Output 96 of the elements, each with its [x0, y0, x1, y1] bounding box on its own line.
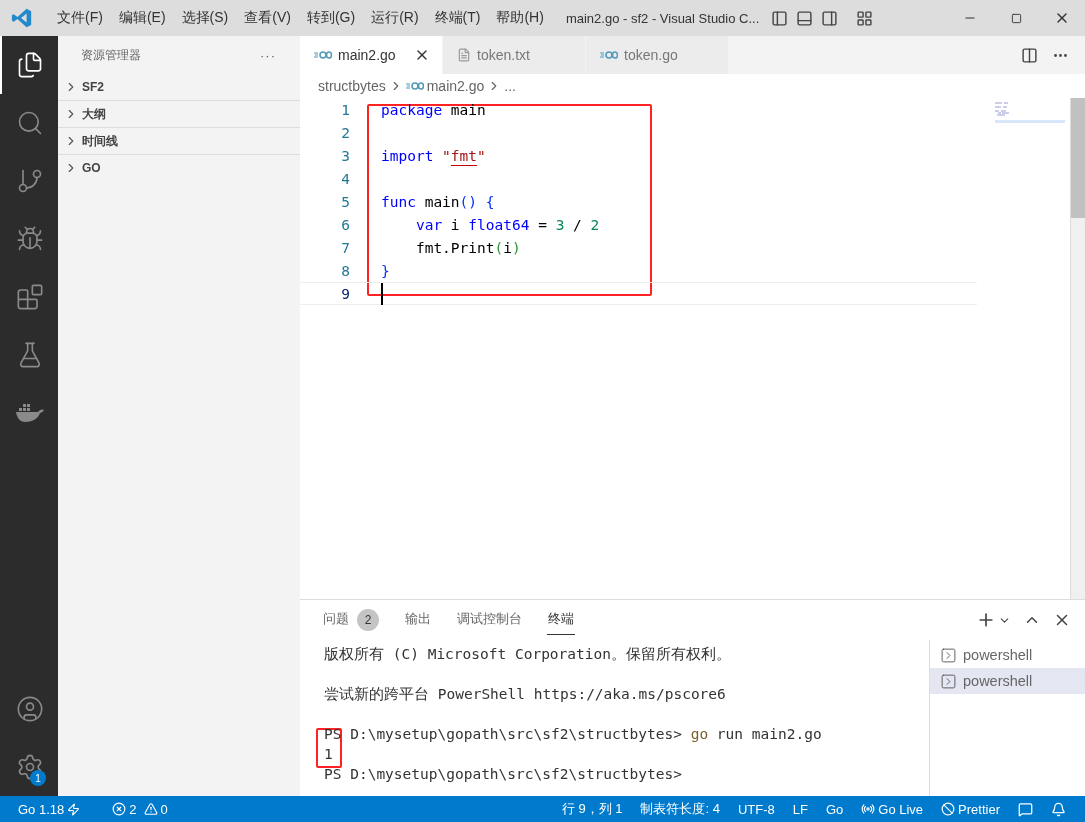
go-file-icon: [314, 51, 332, 59]
line-number: 5: [340, 193, 351, 210]
status-item[interactable]: UTF-8: [728, 801, 784, 817]
terminal-icon: [940, 672, 957, 690]
menu-item[interactable]: 编辑(E): [110, 9, 174, 27]
code-line: package main: [381, 101, 486, 118]
count-badge: 2: [357, 608, 379, 631]
terminal-line: 尝试新的跨平台 PowerShell https://aka.ms/pscore6: [324, 684, 726, 704]
tab-label: token.txt: [477, 47, 531, 63]
text-cursor: [381, 282, 383, 305]
terminal-icon: [940, 646, 957, 664]
status-item[interactable]: 行 9，列 1: [552, 800, 632, 818]
code-line: var i float64 = 3 / 2: [414, 216, 600, 233]
go-version[interactable]: Go 1.18: [0, 801, 90, 817]
editor-tab[interactable]: token.go: [586, 36, 729, 74]
menu-item[interactable]: 运行(R): [363, 9, 427, 27]
status-item[interactable]: 制表符长度: 4: [631, 800, 729, 818]
code-line: }: [381, 262, 390, 279]
account-icon: [16, 695, 44, 723]
line-number: 7: [340, 239, 351, 256]
editor-tab[interactable]: token.txt: [443, 36, 586, 74]
app-logo-icon: [11, 7, 33, 29]
menu-item[interactable]: 转到(G): [298, 9, 364, 27]
panel-tab[interactable]: 输出: [404, 605, 432, 635]
text-file-icon: [457, 48, 471, 62]
sidebar-title: 资源管理器: [81, 46, 141, 64]
window-title: main2.go - sf2 - Visual Studio C...: [565, 10, 760, 26]
line-number: 6: [340, 216, 351, 233]
terminal-line: PS D:\mysetup\gopath\src\sf2\structbytes>: [324, 766, 682, 782]
blocks-icon: [16, 283, 44, 311]
code-line: func main() {: [381, 193, 495, 210]
menu-item[interactable]: 选择(S): [173, 9, 237, 27]
menu-item[interactable]: 终端(T): [426, 9, 489, 27]
code-line: fmt.Print(i): [414, 239, 521, 256]
feedback-icon[interactable]: [1018, 801, 1033, 817]
settings-button[interactable]: 1: [0, 738, 58, 796]
status-item[interactable]: LF: [783, 801, 817, 817]
scrollbar[interactable]: [1070, 98, 1085, 599]
sidebar-layout-icon[interactable]: [771, 9, 789, 27]
menu-item[interactable]: 文件(F): [49, 9, 111, 27]
layout-icon[interactable]: [856, 9, 874, 27]
section-label: 时间线: [82, 132, 118, 150]
go-live-status[interactable]: Go Live: [852, 801, 933, 817]
blocked-icon: [941, 802, 956, 816]
menu-item[interactable]: 查看(V): [236, 9, 299, 27]
maximize-icon: [1010, 12, 1022, 24]
whale-icon: [15, 403, 45, 423]
line-number: 3: [340, 147, 351, 164]
terminal-line: 版权所有 (C) Microsoft Corporation。保留所有权利。: [324, 644, 731, 664]
search-icon: [16, 109, 44, 137]
minimap-drawing: [995, 102, 1065, 126]
bolt-icon: [67, 802, 81, 816]
sidebar-section[interactable]: 大纲: [58, 101, 300, 128]
sidebar-section[interactable]: GO: [58, 155, 300, 181]
panel-tab[interactable]: 终端: [547, 605, 575, 635]
bell-icon[interactable]: [1051, 801, 1066, 817]
section-label: 大纲: [82, 105, 106, 123]
go-file-icon: [405, 82, 424, 90]
code-line: import "fmt": [381, 147, 486, 164]
line-number: 8: [340, 262, 351, 279]
go-file-icon: [600, 51, 618, 59]
section-label: GO: [82, 161, 101, 175]
line-number: 4: [340, 170, 351, 187]
status-item[interactable]: Go: [816, 801, 853, 817]
line-number: 1: [340, 101, 351, 118]
sidebar-section[interactable]: 时间线: [58, 128, 300, 155]
tab-label: token.go: [624, 47, 679, 63]
settings-icon: [16, 753, 44, 781]
section-label: SF2: [82, 80, 104, 94]
split-editor-icon[interactable]: [1021, 46, 1038, 64]
sidebar-section[interactable]: SF2: [58, 74, 300, 101]
files-icon: [16, 51, 44, 79]
terminal-item[interactable]: powershell: [930, 668, 1085, 694]
panel-layout-icon[interactable]: [796, 9, 814, 27]
menu-item[interactable]: 帮助(H): [488, 9, 552, 27]
sidebar-layout-icon[interactable]: [821, 9, 839, 27]
bug-icon: [16, 225, 44, 253]
line-number: 9: [340, 285, 351, 302]
branch-icon: [16, 167, 44, 195]
line-number: 2: [340, 124, 351, 141]
panel-tab[interactable]: 问题 2: [322, 602, 380, 638]
more-button[interactable]: ···: [254, 46, 282, 64]
terminal-line: 1: [324, 746, 333, 762]
terminal-item[interactable]: powershell: [930, 642, 1085, 668]
tab-label: main2.go: [338, 47, 397, 63]
prettier-status[interactable]: Prettier: [932, 801, 1009, 817]
breadcrumb-item[interactable]: ...: [504, 78, 516, 94]
warning-icon: [143, 802, 158, 816]
breadcrumb-item[interactable]: structbytes: [318, 78, 386, 94]
panel-tab[interactable]: 调试控制台: [456, 605, 523, 635]
error-icon: [112, 802, 127, 816]
problems-status[interactable]: 2 0: [103, 801, 177, 817]
notification-badge: 1: [30, 770, 46, 786]
broadcast-icon: [861, 802, 876, 816]
breadcrumb-item[interactable]: main2.go: [426, 78, 485, 94]
editor-tab[interactable]: main2.go: [300, 36, 443, 74]
